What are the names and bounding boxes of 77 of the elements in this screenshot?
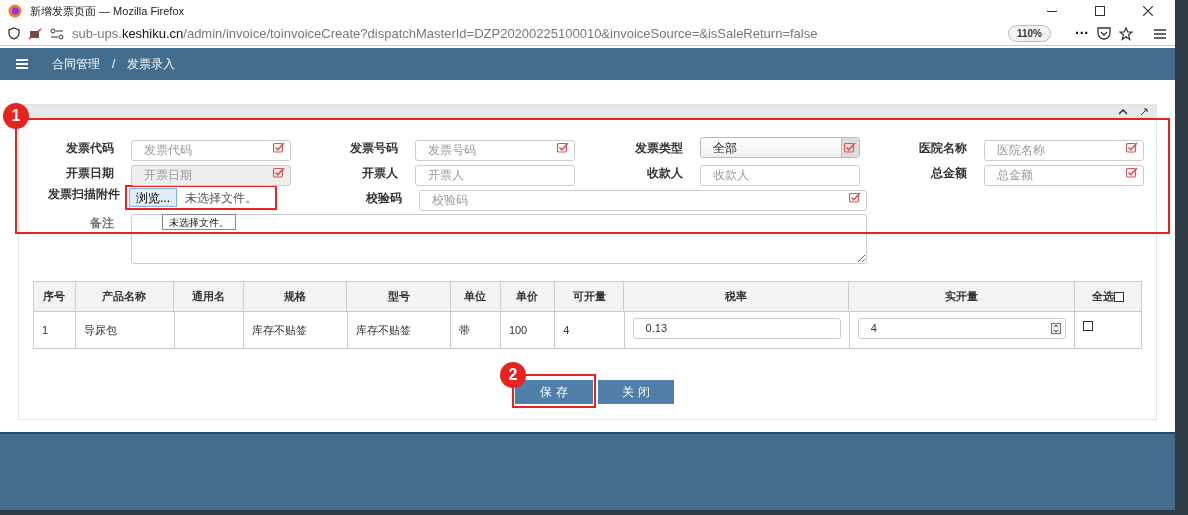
- column-header: 全选: [1091, 289, 1114, 305]
- breadcrumb-link[interactable]: 合同管理: [52, 55, 100, 73]
- permissions-icon: [50, 27, 64, 40]
- row-checkbox[interactable]: [1082, 321, 1093, 331]
- column-header: 单价: [516, 289, 539, 305]
- url-text[interactable]: sub-ups.keshiku.cn/admin/invoice/toinvoiceCreate?dispatchMasterId=DZP20200225100010&invoiceSource=&isSaleReturn=false: [72, 23, 1000, 44]
- file-status: 未选择文件。: [185, 189, 257, 207]
- close-button[interactable]: 关 闭: [598, 380, 674, 404]
- column-header: 税率: [725, 289, 748, 305]
- checkmark-icon: [1125, 142, 1138, 153]
- table-cell: 4: [563, 324, 570, 336]
- column-header: 型号: [387, 289, 410, 305]
- table-cell: 库存不贴签: [355, 324, 411, 336]
- field-label: 医院名称: [917, 140, 967, 155]
- column-header: 产品名称: [102, 289, 147, 305]
- browse-button[interactable]: 浏览...: [129, 188, 177, 207]
- select-all-checkbox[interactable]: [1113, 291, 1124, 302]
- field-label: 开票日期: [65, 165, 114, 180]
- input-field[interactable]: 收款人: [699, 164, 860, 186]
- input-field[interactable]: 校验码: [419, 189, 867, 211]
- checkmark-icon: [273, 142, 285, 153]
- tax-rate-field[interactable]: 0.13: [632, 318, 841, 339]
- annotation-badge: 1: [3, 103, 29, 129]
- field-label: 发票扫描附件: [47, 187, 120, 202]
- shield-icon: [8, 27, 20, 40]
- column-header: 单位: [464, 289, 487, 305]
- breadcrumb-current: 发票录入: [127, 56, 176, 73]
- save-button[interactable]: 保 存: [515, 380, 593, 404]
- input-field[interactable]: 医院名称: [983, 139, 1144, 161]
- maximize-icon[interactable]: [1095, 6, 1105, 16]
- table-cell: 1: [42, 324, 49, 336]
- column-header: 可开量: [572, 289, 606, 305]
- minimize-icon[interactable]: [1047, 10, 1057, 12]
- checkmark-icon: [273, 167, 285, 178]
- expand-icon[interactable]: [1140, 108, 1148, 116]
- field-label: 发票类型: [633, 140, 683, 155]
- breadcrumb-separator: /: [112, 56, 116, 73]
- column-header: 实开量: [945, 289, 979, 305]
- browser-logo-icon: [8, 4, 22, 18]
- checkmark-icon: [849, 192, 861, 203]
- field-label: 总金额: [929, 165, 967, 180]
- remarks-field[interactable]: [131, 214, 867, 264]
- field-label: 开票人: [361, 165, 399, 180]
- select-field[interactable]: 全部: [699, 137, 860, 158]
- table-cell: 库存不贴签: [251, 324, 307, 336]
- input-field[interactable]: 发票代码: [131, 139, 291, 161]
- column-header: 规格: [283, 289, 306, 305]
- field-label: 校验码: [365, 190, 402, 205]
- input-field[interactable]: 总金额: [983, 164, 1144, 186]
- blocked-media-icon: [28, 27, 42, 40]
- table-cell: 导尿包: [83, 324, 117, 336]
- close-icon[interactable]: [1143, 6, 1153, 16]
- column-header: 通用名: [191, 289, 225, 305]
- table-cell: 带: [459, 324, 471, 336]
- input-field[interactable]: 开票人: [415, 164, 576, 186]
- checkmark-icon: [844, 142, 856, 153]
- zoom-badge[interactable]: 110%: [1007, 25, 1051, 42]
- input-field[interactable]: 发票号码: [415, 139, 576, 161]
- pocket-icon[interactable]: [1097, 27, 1111, 40]
- field-label: 备注: [89, 215, 114, 230]
- more-menu-button[interactable]: ···: [1075, 23, 1089, 44]
- column-header: 序号: [43, 289, 66, 305]
- quantity-stepper[interactable]: 4: [857, 318, 1066, 339]
- collapse-icon[interactable]: [1118, 109, 1128, 115]
- file-input[interactable]: 浏览... 未选择文件。: [129, 188, 257, 207]
- checkmark-icon: [1125, 167, 1138, 178]
- field-label: 发票号码: [349, 140, 399, 155]
- field-label: 发票代码: [65, 140, 114, 155]
- checkmark-icon: [557, 142, 570, 153]
- field-label: 收款人: [645, 165, 683, 180]
- table-cell: 100: [508, 324, 528, 336]
- menu-icon[interactable]: [1153, 27, 1167, 40]
- annotation-badge: 2: [500, 362, 526, 388]
- star-icon[interactable]: [1119, 26, 1133, 41]
- file-tooltip: 未选择文件。: [162, 214, 236, 230]
- spinner-icon[interactable]: [1050, 323, 1061, 334]
- window-title: 新增发票页面 — Mozilla Firefox: [30, 3, 186, 19]
